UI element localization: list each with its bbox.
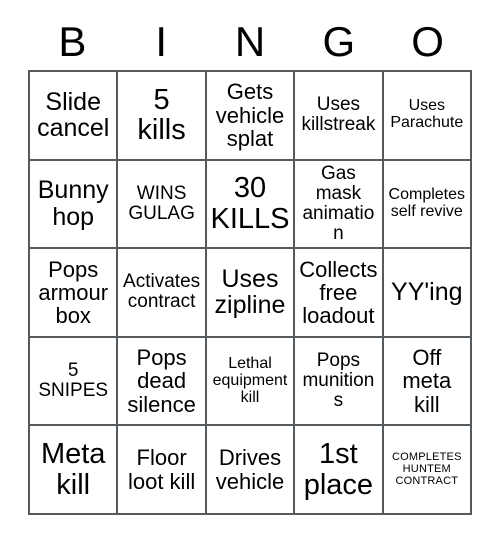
bingo-header-letter-n: N bbox=[234, 18, 266, 65]
bingo-cell-r3c1[interactable]: Pops armour box bbox=[30, 249, 119, 338]
bingo-cell-r2c4[interactable]: Gas mask animation bbox=[295, 160, 384, 250]
bingo-cell-label: 5 SNIPES bbox=[38, 359, 109, 402]
bingo-cell-r5c4[interactable]: 1st place bbox=[295, 426, 384, 515]
bingo-header-letter-g: G bbox=[322, 18, 356, 65]
bingo-cell-label: Pops armour box bbox=[38, 256, 109, 329]
bingo-header-letter-i: I bbox=[155, 18, 168, 65]
bingo-cell-r5c1[interactable]: Meta kill bbox=[30, 426, 119, 515]
bingo-cell-label: Uses Parachute bbox=[390, 97, 464, 132]
bingo-cell-label: Lethal equipment kill bbox=[212, 354, 288, 406]
bingo-cell-r3c4[interactable]: Collects free loadout bbox=[295, 249, 384, 338]
bingo-cell-r2c3[interactable]: 30 KILLS bbox=[206, 160, 296, 250]
bingo-grid: Slide cancel 5 kills Gets vehicle splat Use… bbox=[28, 70, 472, 515]
bingo-header-letter-o: O bbox=[411, 18, 444, 65]
bingo-cell-r1c5[interactable]: Uses Parachute bbox=[383, 72, 472, 161]
bingo-cell-r3c3[interactable]: Uses zipline bbox=[206, 249, 296, 338]
bingo-cell-label: Slide cancel bbox=[37, 87, 110, 143]
bingo-cell-label: 30 KILLS bbox=[210, 172, 290, 235]
bingo-cell-label: COMPLETES HUNTEM CONTRACT bbox=[391, 451, 462, 487]
bingo-cell-label: Bunny hop bbox=[37, 176, 109, 231]
bingo-cell-label: 1st place bbox=[303, 437, 374, 501]
bingo-cell-r4c3[interactable]: Lethal equipment kill bbox=[206, 337, 296, 427]
bingo-cell-label: Pops dead silence bbox=[127, 345, 196, 417]
bingo-cell-r5c5[interactable]: COMPLETES HUNTEM CONTRACT bbox=[383, 426, 472, 515]
bingo-cell-label: Uses killstreak bbox=[301, 94, 376, 136]
bingo-cell-label: Meta kill bbox=[40, 437, 106, 501]
bingo-cell-r2c2[interactable]: WINS GULAG bbox=[118, 160, 207, 250]
bingo-cell-label: Pops munitions bbox=[302, 349, 375, 412]
bingo-cell-r1c2[interactable]: 5 kills bbox=[118, 72, 207, 161]
bingo-cell-r1c1[interactable]: Slide cancel bbox=[30, 72, 119, 161]
bingo-cell-label: WINS GULAG bbox=[128, 182, 195, 224]
bingo-cell-r3c2[interactable]: Activates contract bbox=[118, 249, 207, 338]
bingo-cell-label: Drives vehicle bbox=[215, 445, 285, 494]
bingo-cell-r5c2[interactable]: Floor loot kill bbox=[118, 426, 207, 515]
bingo-card: B I N G O Slide cancel 5 kills Gets vehicl… bbox=[0, 0, 500, 544]
bingo-cell-label: Gets vehicle splat bbox=[215, 79, 285, 151]
bingo-cell-label: Collects free loadout bbox=[299, 256, 378, 329]
bingo-cell-label: 5 kills bbox=[137, 83, 186, 147]
bingo-cell-r2c5[interactable]: Completes self revive bbox=[383, 160, 472, 250]
bingo-cell-r2c1[interactable]: Bunny hop bbox=[30, 160, 119, 250]
bingo-cell-r4c1[interactable]: 5 SNIPES bbox=[30, 337, 119, 427]
bingo-cell-r4c2[interactable]: Pops dead silence bbox=[118, 337, 207, 427]
bingo-cell-r3c5[interactable]: YY'ing bbox=[383, 249, 472, 338]
bingo-cell-r4c4[interactable]: Pops munitions bbox=[295, 337, 384, 427]
bingo-cell-label: Gas mask animation bbox=[302, 162, 375, 245]
bingo-cell-label: YY'ing bbox=[391, 278, 463, 307]
bingo-cell-r4c5[interactable]: Off meta kill bbox=[383, 337, 472, 427]
bingo-cell-label: Off meta kill bbox=[402, 345, 452, 417]
bingo-cell-label: Floor loot kill bbox=[127, 445, 196, 494]
bingo-header-row: B I N G O bbox=[28, 14, 472, 70]
bingo-cell-label: Completes self revive bbox=[388, 185, 466, 220]
bingo-cell-r1c4[interactable]: Uses killstreak bbox=[295, 72, 384, 161]
bingo-header-letter-b: B bbox=[58, 18, 87, 65]
bingo-cell-label: Uses zipline bbox=[214, 264, 286, 320]
bingo-cell-label: Activates contract bbox=[123, 271, 201, 313]
bingo-cell-r5c3[interactable]: Drives vehicle bbox=[206, 426, 296, 515]
bingo-cell-r1c3[interactable]: Gets vehicle splat bbox=[206, 72, 296, 161]
